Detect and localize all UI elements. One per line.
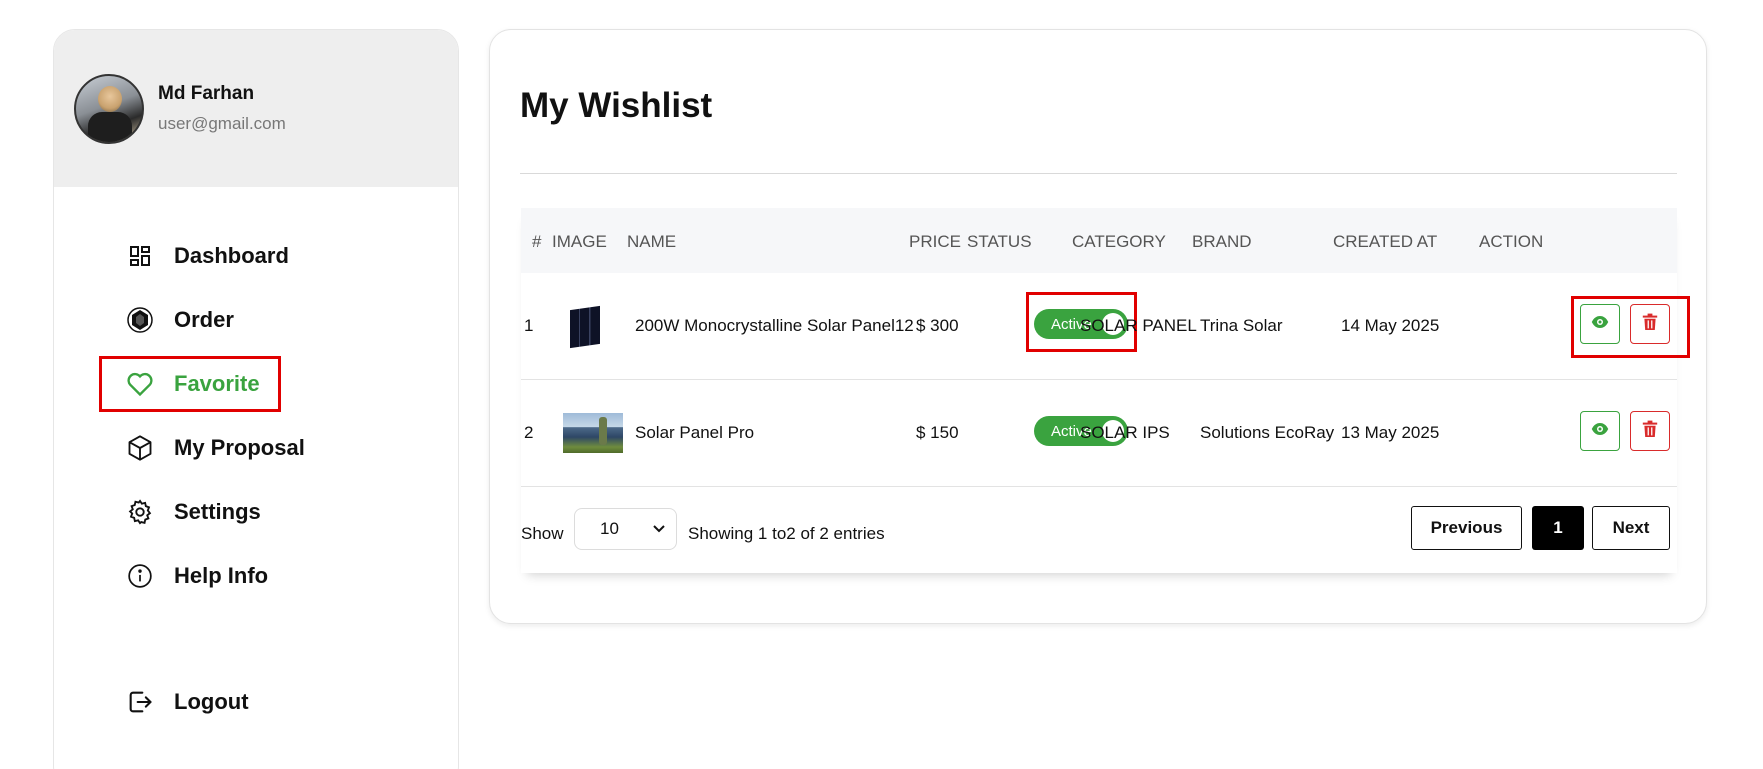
trash-icon <box>1642 420 1658 443</box>
table-row: 2 Solar Panel Pro $ 150 Active SOLAR IPS… <box>521 380 1677 487</box>
sidebar-item-order[interactable]: Order <box>54 288 458 352</box>
product-created-at: 14 May 2025 <box>1341 316 1440 335</box>
gear-icon <box>124 496 156 528</box>
product-price: $ 300 <box>916 316 959 335</box>
page-size-value: 10 <box>600 519 619 538</box>
view-button[interactable] <box>1580 411 1620 451</box>
page-size-select[interactable]: 10 <box>574 508 677 550</box>
product-category: SOLAR IPS <box>1080 423 1170 442</box>
header-created-at: CREATED AT <box>1333 232 1438 251</box>
sidebar-item-help-info[interactable]: Help Info <box>54 544 458 608</box>
product-brand: Trina Solar <box>1200 316 1283 335</box>
profile-email: user@gmail.com <box>158 114 286 133</box>
profile-section: Md Farhan user@gmail.com <box>54 30 458 187</box>
show-label: Show <box>521 524 564 543</box>
sidebar-item-label: Order <box>174 307 234 332</box>
dashboard-icon <box>124 240 156 272</box>
title-divider <box>520 173 1677 174</box>
row-index: 2 <box>524 423 534 442</box>
product-created-at: 13 May 2025 <box>1341 423 1440 442</box>
header-action: ACTION <box>1479 232 1544 251</box>
header-name: NAME <box>627 232 677 251</box>
product-image-solar-field <box>563 413 623 453</box>
sidebar-item-label: Settings <box>174 499 261 524</box>
profile-name: Md Farhan <box>158 83 255 104</box>
logout-label: Logout <box>174 689 249 714</box>
header-category: CATEGORY <box>1072 232 1166 251</box>
product-name: 200W Monocrystalline Solar Panel12 <box>635 316 914 335</box>
avatar[interactable] <box>74 73 144 144</box>
delete-button[interactable] <box>1630 411 1670 451</box>
entries-info: Showing 1 to2 of 2 entries <box>688 524 885 543</box>
header-index: # <box>532 232 542 251</box>
eye-icon <box>1591 313 1609 336</box>
wishlist-table: # IMAGE NAME PRICE STATUS CATEGORY BRAND… <box>521 208 1690 573</box>
table-row: 1 200W Monocrystalline Solar Panel12 $ 3… <box>521 273 1690 380</box>
trash-icon <box>1642 313 1658 336</box>
product-category: SOLAR PANEL <box>1080 316 1197 335</box>
sidebar-item-dashboard[interactable]: Dashboard <box>54 224 458 288</box>
header-brand: BRAND <box>1192 232 1252 251</box>
delete-button[interactable] <box>1630 304 1670 344</box>
header-image: IMAGE <box>552 232 607 251</box>
product-brand: Solutions EcoRay <box>1200 423 1335 442</box>
logout-button[interactable]: Logout <box>54 670 458 734</box>
table-header: # IMAGE NAME PRICE STATUS CATEGORY BRAND… <box>521 208 1677 273</box>
page-1-button[interactable]: 1 <box>1532 506 1584 550</box>
sidebar-item-favorite[interactable]: Favorite <box>54 352 458 416</box>
table-footer: Show 10 Showing 1 to2 of 2 entries Previ… <box>521 506 1677 558</box>
sidebar-item-settings[interactable]: Settings <box>54 480 458 544</box>
header-status: STATUS <box>967 232 1032 251</box>
sidebar: Md Farhan user@gmail.com Dashboard Order… <box>53 29 459 769</box>
previous-button[interactable]: Previous <box>1411 506 1522 550</box>
sidebar-nav: Dashboard Order Favorite My Proposal Set… <box>54 187 458 734</box>
sidebar-item-label: My Proposal <box>174 435 305 460</box>
box-icon <box>124 432 156 464</box>
page-title: My Wishlist <box>520 86 713 125</box>
sidebar-item-label: Dashboard <box>174 243 289 268</box>
next-button[interactable]: Next <box>1592 506 1670 550</box>
wishlist-card: My Wishlist # IMAGE NAME PRICE STATUS CA… <box>489 29 1707 624</box>
view-button[interactable] <box>1580 304 1620 344</box>
header-price: PRICE <box>909 232 961 251</box>
product-name: Solar Panel Pro <box>635 423 755 442</box>
chevron-down-icon <box>651 520 667 541</box>
favorite-highlight-box <box>99 356 281 412</box>
info-icon <box>124 560 156 592</box>
eye-icon <box>1591 420 1609 443</box>
sidebar-item-my-proposal[interactable]: My Proposal <box>54 416 458 480</box>
logout-icon <box>124 686 156 718</box>
order-icon <box>124 304 156 336</box>
product-image-solar-panel <box>570 305 600 349</box>
product-price: $ 150 <box>916 423 959 442</box>
sidebar-item-label: Help Info <box>174 563 269 588</box>
row-index: 1 <box>524 316 534 335</box>
